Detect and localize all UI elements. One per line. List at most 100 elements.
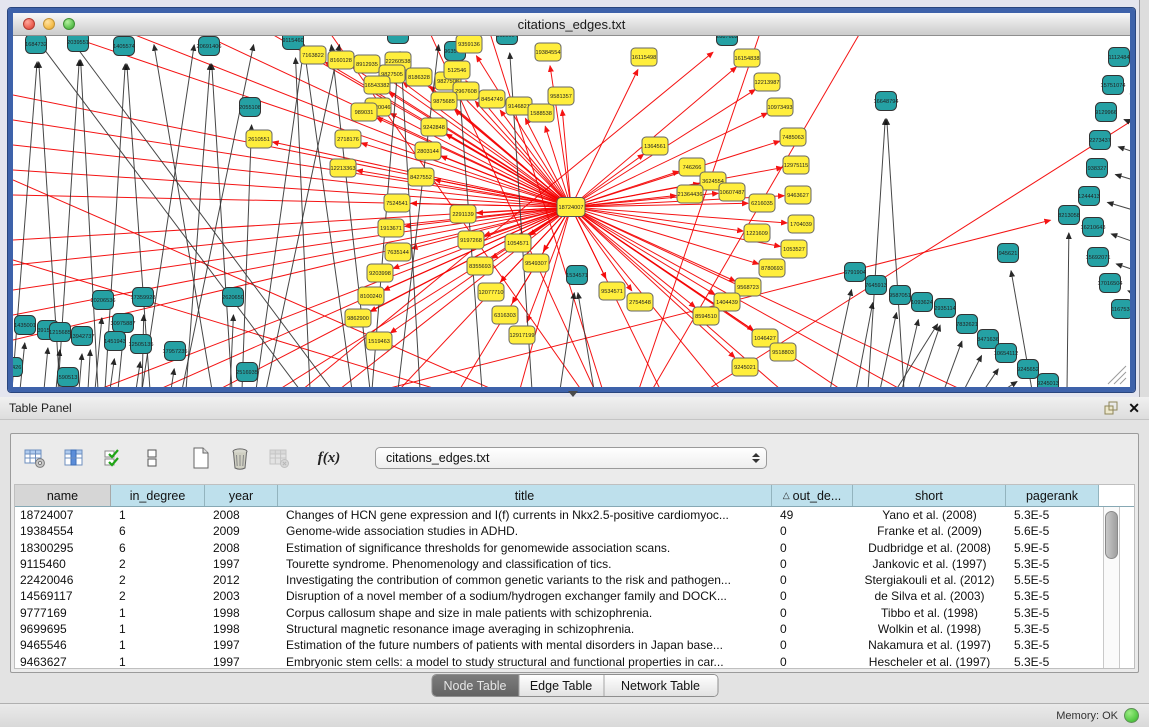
cell-pagerank[interactable]: 5.3E-5: [1006, 621, 1099, 637]
graph-node[interactable]: 2887682: [716, 36, 738, 46]
table-row[interactable]: 2242004622012Investigating the contribut…: [15, 572, 1134, 588]
graph-node[interactable]: 9581357: [548, 87, 574, 105]
cell-pagerank[interactable]: 5.3E-5: [1006, 556, 1099, 572]
column-header-in_degree[interactable]: in_degree: [111, 485, 205, 506]
delete-table-icon[interactable]: [228, 446, 252, 470]
cell-year[interactable]: 1998: [205, 605, 278, 621]
column-header-name[interactable]: name: [15, 485, 111, 506]
table-row[interactable]: 969969511998Structural magnetic resonanc…: [15, 621, 1134, 637]
graph-node[interactable]: 2610551: [246, 130, 272, 148]
scrollbar-thumb[interactable]: [1105, 511, 1118, 559]
graph-node[interactable]: 20206536: [91, 291, 116, 310]
float-window-icon[interactable]: [1104, 401, 1118, 415]
graph-node[interactable]: 12213363: [330, 159, 356, 177]
graph-node[interactable]: 1112484: [1109, 48, 1130, 67]
cell-title[interactable]: Changes of HCN gene expression and I(f) …: [278, 507, 772, 523]
cell-year[interactable]: 2008: [205, 540, 278, 556]
graph-node[interactable]: 8186328: [406, 68, 432, 86]
cell-title[interactable]: Estimation of the future numbers of pati…: [278, 637, 772, 653]
graph-node[interactable]: 1684732: [25, 36, 47, 54]
cell-pagerank[interactable]: 5.3E-5: [1006, 605, 1099, 621]
cell-name[interactable]: 18300295: [15, 540, 111, 556]
graph-node[interactable]: 16154838: [734, 49, 760, 67]
graph-node[interactable]: 16210643: [1081, 218, 1106, 237]
graph-node[interactable]: 8100240: [358, 287, 384, 305]
import-table-icon[interactable]: [267, 446, 291, 470]
cell-out_de[interactable]: 0: [772, 654, 853, 669]
tab-edge-table[interactable]: Edge Table: [518, 675, 603, 696]
graph-node[interactable]: 9549307: [523, 254, 549, 272]
table-row[interactable]: 911546021997Tourette syndrome. Phenomeno…: [15, 556, 1134, 572]
graph-node[interactable]: 30975887: [111, 314, 136, 333]
network-canvas[interactable]: 1684732 2039551 1405574 20691406 1603380…: [13, 36, 1130, 387]
graph-node[interactable]: 1519463: [366, 332, 392, 350]
graph-node[interactable]: 16648794: [874, 92, 899, 111]
cell-title[interactable]: Genome-wide association studies in ADHD.: [278, 523, 772, 539]
cell-pagerank[interactable]: 5.6E-5: [1006, 523, 1099, 539]
cell-name[interactable]: 18724007: [15, 507, 111, 523]
graph-node[interactable]: 17957235: [163, 342, 188, 361]
cell-in_degree[interactable]: 1: [111, 507, 205, 523]
cell-out_de[interactable]: 0: [772, 523, 853, 539]
cell-title[interactable]: Estimation of significance thresholds fo…: [278, 540, 772, 556]
graph-node[interactable]: 945621: [998, 244, 1019, 263]
cell-short[interactable]: Dudbridge et al. (2008): [853, 540, 1006, 556]
cell-in_degree[interactable]: 2: [111, 572, 205, 588]
graph-node[interactable]: 15692071: [1086, 248, 1111, 267]
graph-node[interactable]: 6316303: [492, 306, 518, 324]
close-window-button[interactable]: [23, 18, 35, 30]
graph-node[interactable]: 16115498: [631, 48, 657, 66]
table-row[interactable]: 946554611997Estimation of the future num…: [15, 637, 1134, 653]
cell-pagerank[interactable]: 5.9E-5: [1006, 540, 1099, 556]
table-row[interactable]: 1830029562008Estimation of significance …: [15, 540, 1134, 556]
graph-node[interactable]: 8427552: [408, 168, 434, 186]
graph-node[interactable]: 1244413: [1078, 187, 1100, 206]
graph-node[interactable]: 12213987: [754, 73, 780, 91]
graph-node[interactable]: 1054571: [505, 234, 531, 252]
cell-name[interactable]: 14569117: [15, 588, 111, 604]
graph-node[interactable]: 17016504: [1098, 274, 1123, 293]
graph-node[interactable]: 7832621: [956, 315, 978, 334]
graph-node[interactable]: 1215685: [49, 323, 71, 342]
cell-name[interactable]: 9463627: [15, 654, 111, 669]
graph-node[interactable]: 16033809: [386, 36, 411, 44]
graph-node[interactable]: 8594510: [693, 307, 719, 325]
graph-node[interactable]: 8355693: [467, 257, 493, 275]
graph-node[interactable]: 9463627: [785, 186, 811, 204]
graph-node[interactable]: 6216035: [749, 194, 775, 212]
graph-node[interactable]: 17359928: [131, 288, 156, 307]
graph-node[interactable]: 19384554: [535, 43, 561, 61]
graph-node[interactable]: 7485063: [780, 128, 806, 146]
cell-out_de[interactable]: 0: [772, 556, 853, 572]
graph-node[interactable]: 10654112: [994, 344, 1018, 363]
graph-node[interactable]: 9359136: [456, 36, 482, 53]
cell-title[interactable]: Embryonic stem cells: a model to study s…: [278, 654, 772, 669]
column-header-year[interactable]: year: [205, 485, 278, 506]
cell-year[interactable]: 2012: [205, 572, 278, 588]
table-row[interactable]: 946362711997Embryonic stem cells: a mode…: [15, 654, 1134, 669]
network-window-titlebar[interactable]: citations_edges.txt: [13, 13, 1130, 36]
table-row[interactable]: 1938455462009Genome-wide association stu…: [15, 523, 1134, 539]
minimize-window-button[interactable]: [43, 18, 55, 30]
graph-node[interactable]: 193426: [13, 358, 23, 377]
graph-node[interactable]: 1221609: [744, 224, 770, 242]
graph-node[interactable]: 9875685: [431, 92, 457, 110]
column-display-icon[interactable]: [62, 446, 86, 470]
graph-node[interactable]: 2803144: [415, 142, 441, 160]
table-row[interactable]: 1872400712008Changes of HCN gene express…: [15, 507, 1134, 523]
cell-name[interactable]: 9699695: [15, 621, 111, 637]
graph-node[interactable]: 1451943: [104, 332, 126, 351]
graph-node[interactable]: 9245652: [1017, 360, 1039, 379]
cell-year[interactable]: 2008: [205, 507, 278, 523]
cell-out_de[interactable]: 0: [772, 637, 853, 653]
graph-node[interactable]: 9197268: [458, 231, 484, 249]
graph-node[interactable]: 8160128: [328, 51, 354, 69]
cell-short[interactable]: Hescheler et al. (1997): [853, 654, 1006, 669]
graph-node[interactable]: 989031: [351, 103, 377, 121]
cell-name[interactable]: 9777169: [15, 605, 111, 621]
graph-node[interactable]: 7524541: [384, 194, 410, 212]
cell-pagerank[interactable]: 5.3E-5: [1006, 637, 1099, 653]
cell-in_degree[interactable]: 1: [111, 621, 205, 637]
cell-name[interactable]: 22420046: [15, 572, 111, 588]
cell-name[interactable]: 19384554: [15, 523, 111, 539]
